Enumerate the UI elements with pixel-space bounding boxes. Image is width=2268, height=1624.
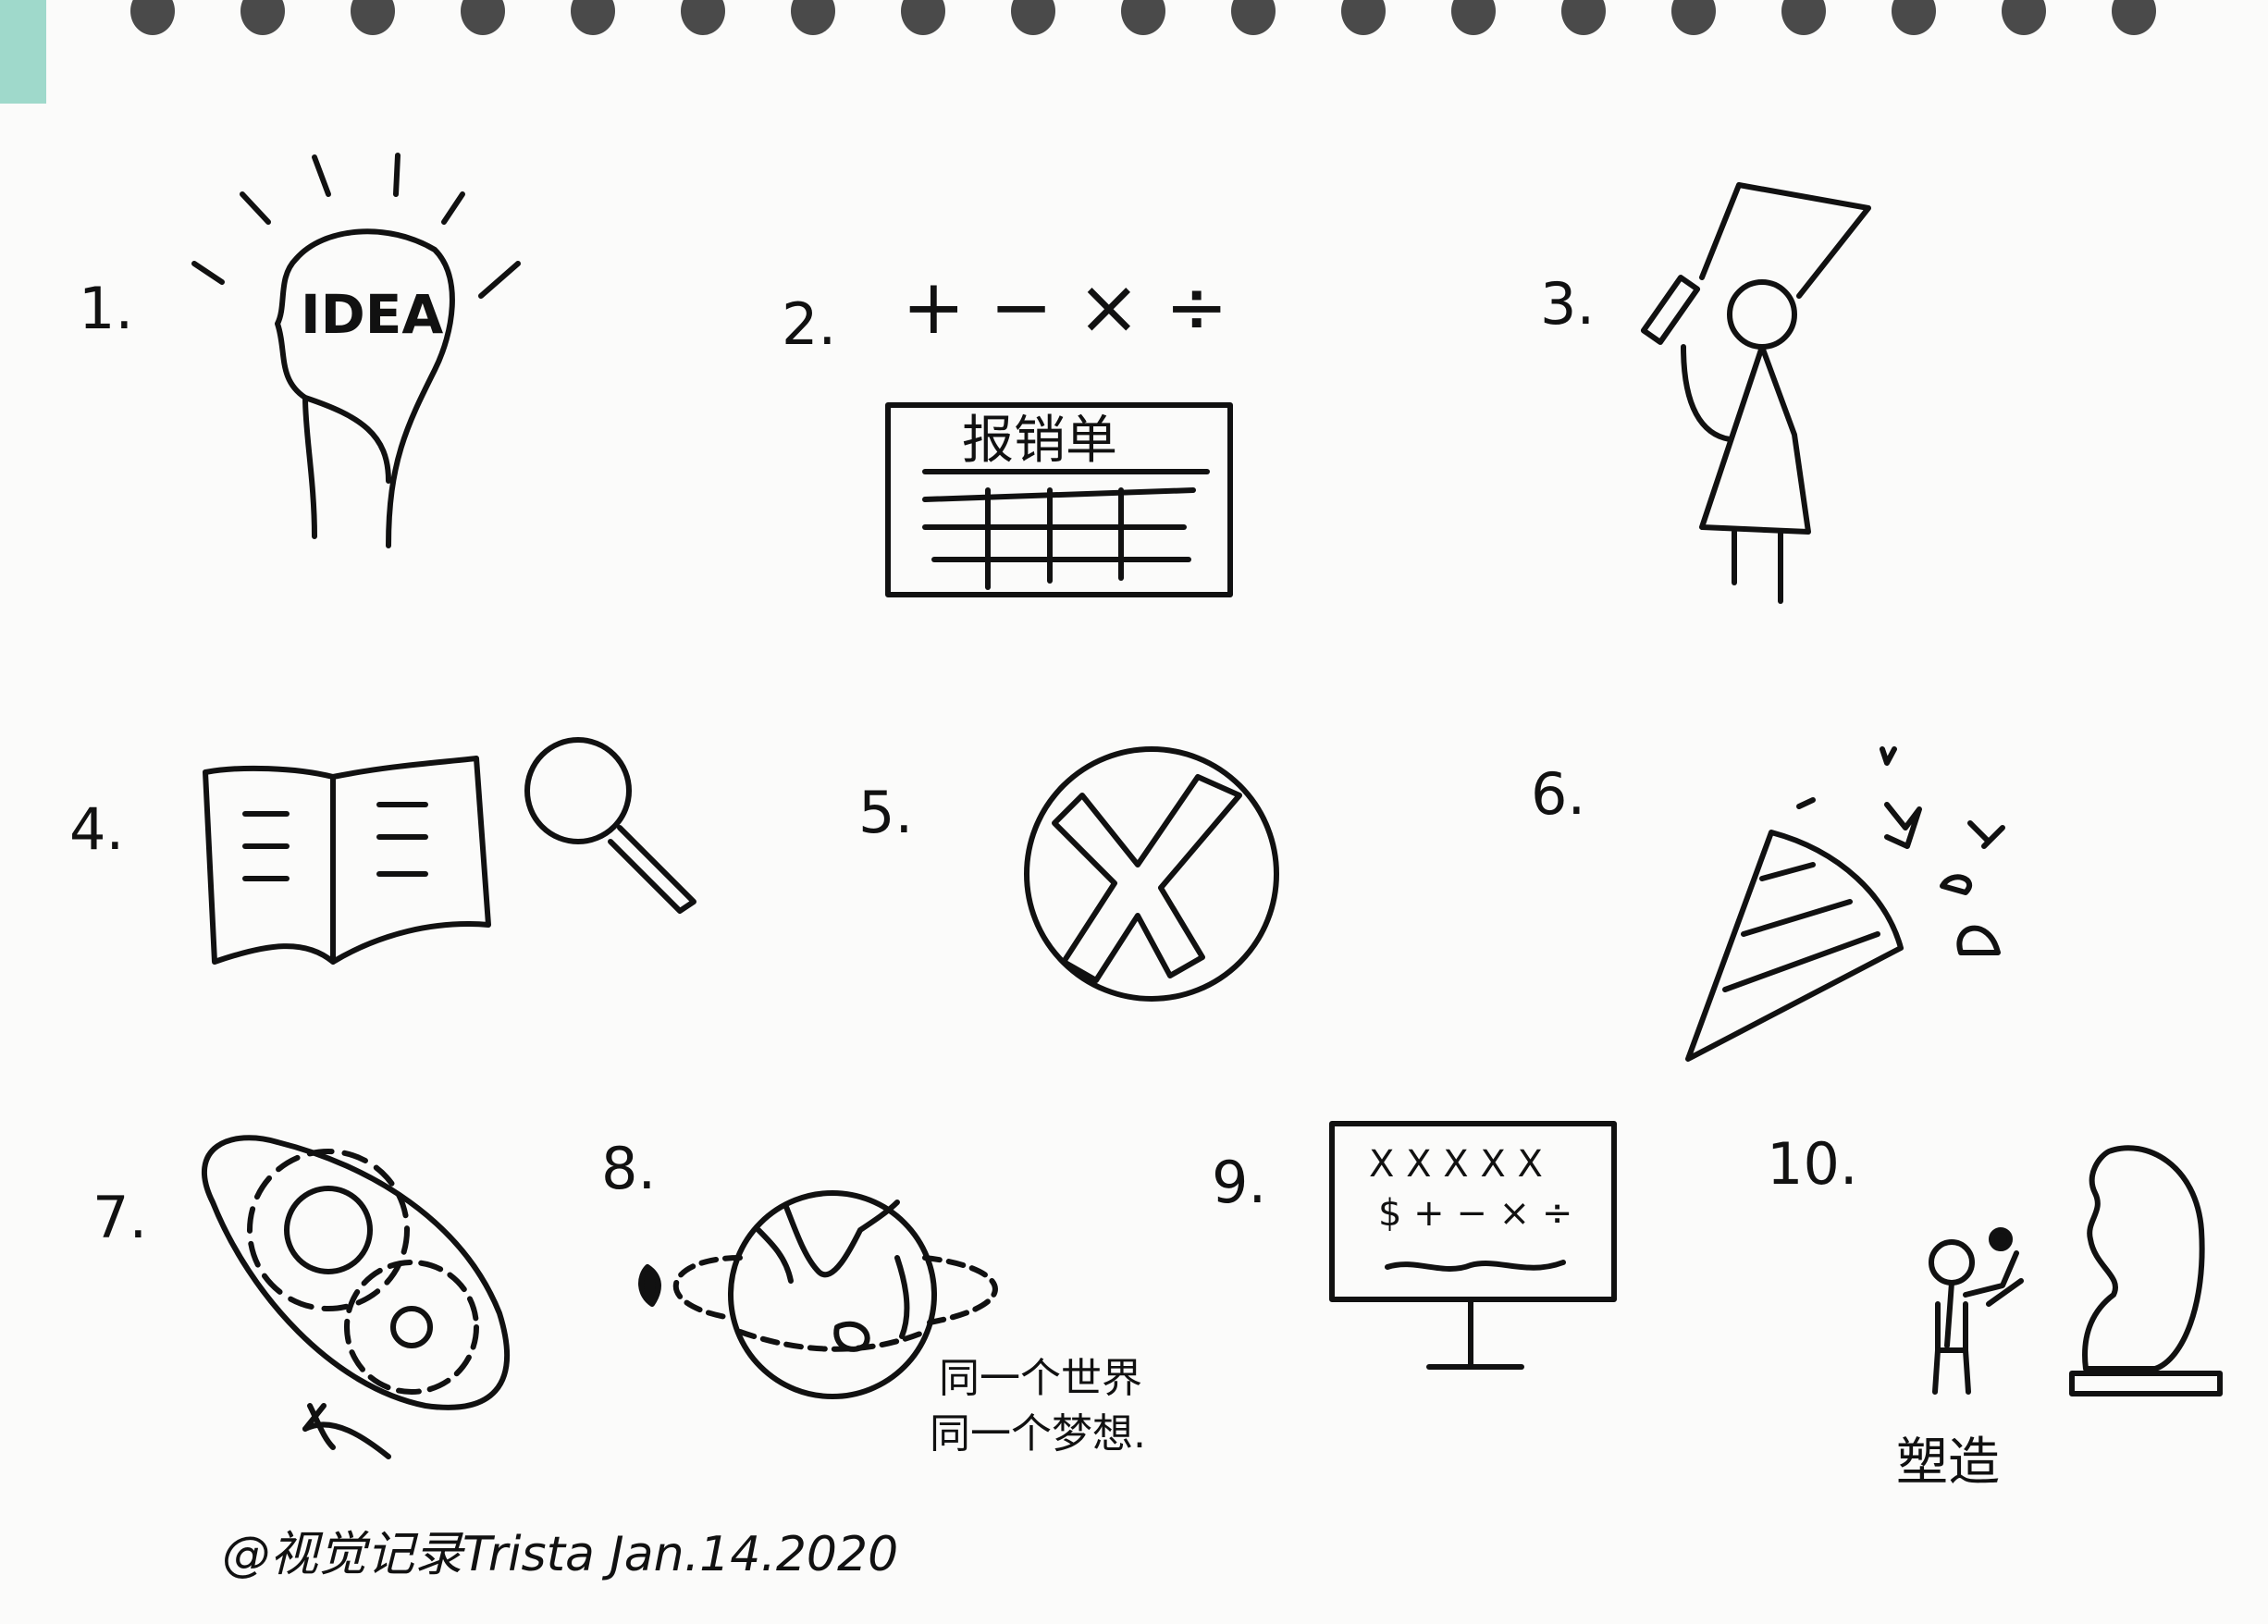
idea-label: IDEA (301, 283, 443, 346)
binding-hole (2002, 0, 2046, 35)
sketch-10 (1929, 1145, 2223, 1396)
binding-hole (681, 0, 725, 35)
number-1: 1. (79, 275, 133, 342)
number-2: 2. (782, 290, 836, 358)
person-with-tall-hat-icon (1640, 182, 1871, 604)
party-popper-icon (1685, 746, 2005, 1062)
sketch-7 (201, 1135, 510, 1459)
globe-caption-line-2: 同一个梦想. (930, 1410, 1146, 1458)
sketch-6 (1685, 746, 2005, 1062)
binding-hole (130, 0, 175, 35)
author-signature: @视觉记录Trista Jan.14.2020 (222, 1527, 898, 1582)
sketch-3 (1640, 182, 1871, 604)
binding-hole (1671, 0, 1716, 35)
number-8: 8. (601, 1135, 656, 1202)
notebook-tab (0, 0, 46, 104)
binding-hole (1011, 0, 1055, 35)
binding-hole (571, 0, 615, 35)
binding-hole (2112, 0, 2156, 35)
binding-hole (791, 0, 835, 35)
binding-hole (901, 0, 945, 35)
binding-hole (351, 0, 395, 35)
number-4: 4. (69, 795, 124, 863)
number-6: 6. (1531, 760, 1585, 828)
sketch-1 (191, 153, 521, 548)
expense-form-title: 报销单 (962, 411, 1117, 471)
sculptor-statue-icon (1929, 1145, 2223, 1396)
x-circle-icon (1024, 746, 1279, 1002)
binding-hole (1892, 0, 1936, 35)
spiral-binding (130, 0, 2156, 35)
binding-hole (1121, 0, 1165, 35)
monitor-line-1: X X X X X (1369, 1143, 1543, 1186)
math-operators: + − × ÷ (902, 264, 1228, 351)
gears-rotation-icon (201, 1135, 510, 1459)
lightbulb-head-icon (191, 153, 521, 548)
sculpt-caption: 塑造 (1896, 1433, 2000, 1493)
number-10: 10. (1767, 1130, 1858, 1198)
number-7: 7. (92, 1184, 147, 1251)
number-5: 5. (858, 779, 913, 846)
binding-hole (1231, 0, 1276, 35)
sketch-sheet: 1. 2. 3. 4. 5. 6. 7. 8. 9. 10. IDEA + − … (0, 0, 2223, 1582)
binding-hole (1561, 0, 1606, 35)
number-3: 3. (1540, 270, 1595, 338)
binding-hole (1451, 0, 1496, 35)
binding-hole (240, 0, 285, 35)
monitor-line-2: $ + − × ÷ (1378, 1192, 1572, 1235)
number-9: 9. (1212, 1149, 1266, 1216)
binding-hole (1781, 0, 1826, 35)
globe-caption-line-1: 同一个世界 (939, 1355, 1142, 1402)
sketch-5 (1024, 746, 1279, 1002)
binding-hole (461, 0, 505, 35)
sketch-4 (203, 737, 696, 965)
book-magnifier-icon (203, 737, 696, 965)
binding-hole (1341, 0, 1386, 35)
